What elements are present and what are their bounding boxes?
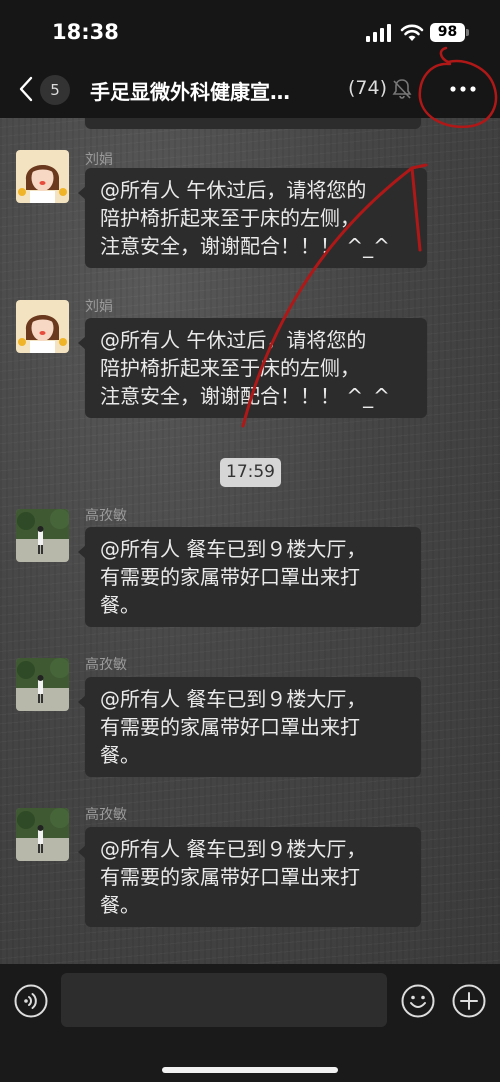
chat-header: 5 手足显微外科健康宣… (74) bbox=[0, 62, 500, 118]
message-bubble[interactable]: @所有人 餐车已到９楼大厅， 有需要的家属带好口罩出来打 餐。 bbox=[78, 677, 421, 777]
message-bubble[interactable]: @所有人 餐车已到９楼大厅， 有需要的家属带好口罩出来打 餐。 bbox=[78, 527, 421, 627]
message-line: @所有人 餐车已到９楼大厅， bbox=[100, 537, 367, 561]
message-line: @所有人 餐车已到９楼大厅， bbox=[100, 837, 367, 861]
avatar-liujuan[interactable] bbox=[16, 300, 69, 353]
message-line: @所有人 餐车已到９楼大厅， bbox=[100, 687, 367, 711]
clock: 18:38 bbox=[52, 20, 119, 44]
input-bar bbox=[0, 964, 500, 1082]
sender-name: 高孜敏 bbox=[85, 508, 127, 524]
wifi-icon bbox=[400, 24, 424, 41]
message-input[interactable] bbox=[61, 973, 387, 1027]
voice-icon[interactable] bbox=[14, 984, 48, 1018]
message-line: 陪护椅折起来至于床的左侧， bbox=[100, 356, 360, 380]
unread-count-badge[interactable]: 5 bbox=[40, 75, 70, 105]
time-divider: 17:59 bbox=[220, 458, 281, 487]
avatar-liujuan[interactable] bbox=[16, 150, 69, 203]
battery-icon: 98 bbox=[430, 23, 465, 42]
sender-name: 高孜敏 bbox=[85, 807, 127, 823]
message-line: 餐。 bbox=[100, 743, 140, 767]
battery-tip bbox=[466, 29, 469, 36]
avatar-gaozimin[interactable] bbox=[16, 808, 69, 861]
message-line: 有需要的家属带好口罩出来打 bbox=[100, 865, 360, 889]
home-indicator bbox=[162, 1067, 338, 1073]
message-line: 餐。 bbox=[100, 893, 140, 917]
previous-message-bubble bbox=[85, 118, 421, 129]
message-line: @所有人 午休过后，请将您的 bbox=[100, 178, 367, 202]
sender-name: 刘娟 bbox=[85, 299, 113, 315]
message-bubble[interactable]: @所有人 餐车已到９楼大厅， 有需要的家属带好口罩出来打 餐。 bbox=[78, 827, 421, 927]
signal-icon bbox=[366, 24, 391, 42]
message-line: 陪护椅折起来至于床的左侧， bbox=[100, 206, 360, 230]
member-count: (74) bbox=[348, 77, 388, 99]
more-options-button[interactable] bbox=[443, 74, 483, 104]
message-line: 餐。 bbox=[100, 593, 140, 617]
message-line: 有需要的家属带好口罩出来打 bbox=[100, 565, 360, 589]
page-title[interactable]: 手足显微外科健康宣… bbox=[90, 76, 330, 105]
bell-slash-icon bbox=[392, 79, 412, 99]
avatar-gaozimin[interactable] bbox=[16, 658, 69, 711]
chevron-left-icon[interactable] bbox=[14, 74, 38, 104]
message-line: @所有人 午休过后，请将您的 bbox=[100, 328, 367, 352]
message-line: 有需要的家属带好口罩出来打 bbox=[100, 715, 360, 739]
message-bubble[interactable]: @所有人 午休过后，请将您的 陪护椅折起来至于床的左侧， 注意安全，谢谢配合！！… bbox=[78, 318, 427, 418]
avatar-gaozimin[interactable] bbox=[16, 509, 69, 562]
sender-name: 高孜敏 bbox=[85, 657, 127, 673]
plus-icon[interactable] bbox=[452, 984, 486, 1018]
message-bubble[interactable]: @所有人 午休过后，请将您的 陪护椅折起来至于床的左侧， 注意安全，谢谢配合！！… bbox=[78, 168, 427, 268]
emoji-icon[interactable] bbox=[401, 984, 435, 1018]
sender-name: 刘娟 bbox=[85, 152, 113, 168]
status-bar: 18:38 98 bbox=[0, 0, 500, 62]
message-line: 注意安全，谢谢配合！！！ ^_^ bbox=[100, 234, 390, 258]
message-line: 注意安全，谢谢配合！！！ ^_^ bbox=[100, 384, 390, 408]
